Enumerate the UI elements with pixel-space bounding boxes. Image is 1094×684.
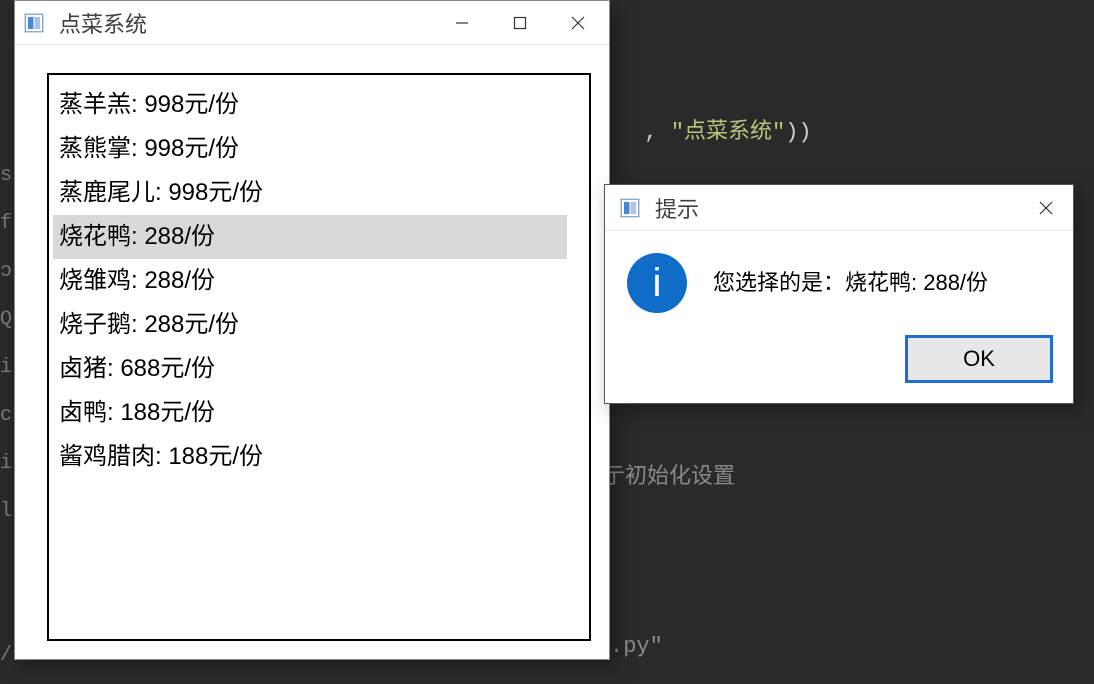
bg-code-string: "点菜系统" xyxy=(671,120,785,145)
info-dialog: 提示 i 您选择的是：烧花鸭: 288/份 OK xyxy=(604,184,1074,404)
list-item[interactable]: 烧花鸭: 288/份 xyxy=(53,215,567,259)
list-item[interactable]: 烧子鹅: 288元/份 xyxy=(53,303,589,347)
bg-code-line-2: 亍初始化设置 xyxy=(603,458,735,490)
menu-listbox[interactable]: 蒸羊羔: 998元/份蒸熊掌: 998元/份蒸鹿尾儿: 998元/份烧花鸭: 2… xyxy=(47,73,591,641)
dialog-titlebar[interactable]: 提示 xyxy=(605,185,1073,231)
dialog-close-button[interactable] xyxy=(1021,186,1071,230)
list-item[interactable]: 卤鸭: 188元/份 xyxy=(53,391,589,435)
minimize-button[interactable] xyxy=(433,1,491,45)
list-item[interactable]: 烧雏鸡: 288/份 xyxy=(53,259,589,303)
ordering-system-window: 点菜系统 蒸羊羔: 998元/份蒸熊掌: 998元/份蒸鹿尾儿: 998元/份烧… xyxy=(14,0,610,660)
main-titlebar[interactable]: 点菜系统 xyxy=(15,1,609,45)
dialog-body: i 您选择的是：烧花鸭: 288/份 xyxy=(605,231,1073,331)
dialog-title: 提示 xyxy=(655,192,699,224)
dialog-button-row: OK xyxy=(605,331,1073,403)
main-window-title: 点菜系统 xyxy=(59,7,147,39)
bg-code-punct: , xyxy=(644,120,670,145)
app-icon xyxy=(619,197,641,219)
list-item[interactable]: 酱鸡腊肉: 188元/份 xyxy=(53,435,589,479)
close-button[interactable] xyxy=(549,1,607,45)
bg-code-punct: )) xyxy=(785,120,811,145)
listbox-container: 蒸羊羔: 998元/份蒸熊掌: 998元/份蒸鹿尾儿: 998元/份烧花鸭: 2… xyxy=(15,45,609,659)
list-item[interactable]: 蒸羊羔: 998元/份 xyxy=(53,83,589,127)
bg-code-line-1: , "点菜系统")) xyxy=(618,88,812,145)
info-icon: i xyxy=(627,253,687,313)
ok-button[interactable]: OK xyxy=(905,335,1053,383)
list-item[interactable]: 卤猪: 688元/份 xyxy=(53,347,589,391)
app-icon xyxy=(23,12,45,34)
bg-code-line-3: .py" xyxy=(610,634,663,659)
maximize-button[interactable] xyxy=(491,1,549,45)
dialog-message: 您选择的是：烧花鸭: 288/份 xyxy=(713,268,988,299)
list-item[interactable]: 蒸鹿尾儿: 998元/份 xyxy=(53,171,589,215)
list-item[interactable]: 蒸熊掌: 998元/份 xyxy=(53,127,589,171)
